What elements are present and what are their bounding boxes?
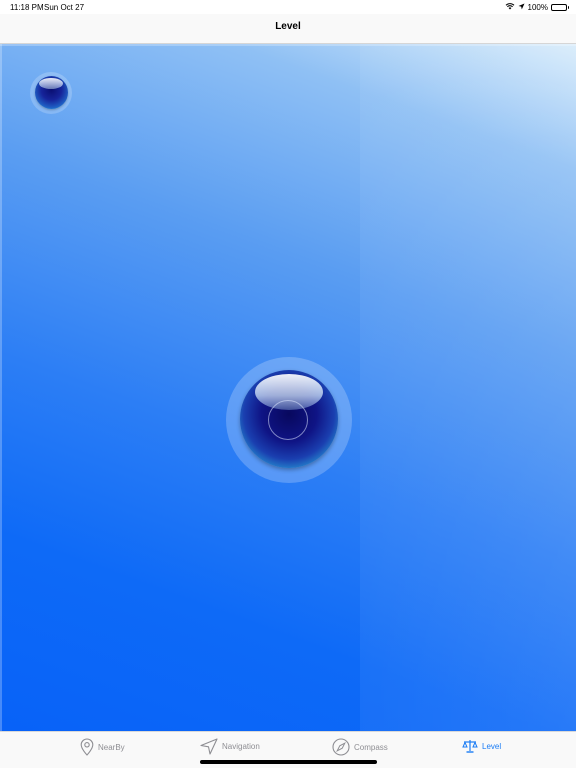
- battery-icon: [551, 3, 569, 11]
- map-pin-icon: [80, 738, 94, 756]
- tab-level[interactable]: Level: [462, 738, 501, 754]
- wifi-icon: [505, 2, 515, 12]
- tab-label: NearBy: [98, 742, 125, 752]
- tab-compass[interactable]: Compass: [332, 738, 388, 756]
- navigation-arrow-icon: [200, 738, 218, 755]
- status-date: Sun Oct 27: [44, 3, 85, 12]
- location-arrow-icon: [518, 3, 525, 12]
- home-indicator: [200, 760, 377, 764]
- status-bar: 11:18 PM Sun Oct 27 100%: [0, 0, 576, 14]
- mini-bubble-highlight: [39, 78, 63, 89]
- tab-label: Compass: [354, 742, 388, 752]
- battery-percent: 100%: [527, 2, 548, 12]
- status-indicators: 100%: [505, 2, 569, 12]
- tab-navigation[interactable]: Navigation: [200, 738, 260, 755]
- tab-label: Navigation: [222, 742, 260, 751]
- compass-icon: [332, 738, 350, 756]
- scale-level-icon: [462, 738, 478, 754]
- center-target-circle: [268, 400, 308, 440]
- navigation-bar: Level: [0, 14, 576, 44]
- page-title: Level: [275, 21, 301, 32]
- status-time: 11:18 PM: [10, 3, 44, 12]
- tab-label: Level: [482, 741, 502, 751]
- tab-nearby[interactable]: NearBy: [80, 738, 125, 756]
